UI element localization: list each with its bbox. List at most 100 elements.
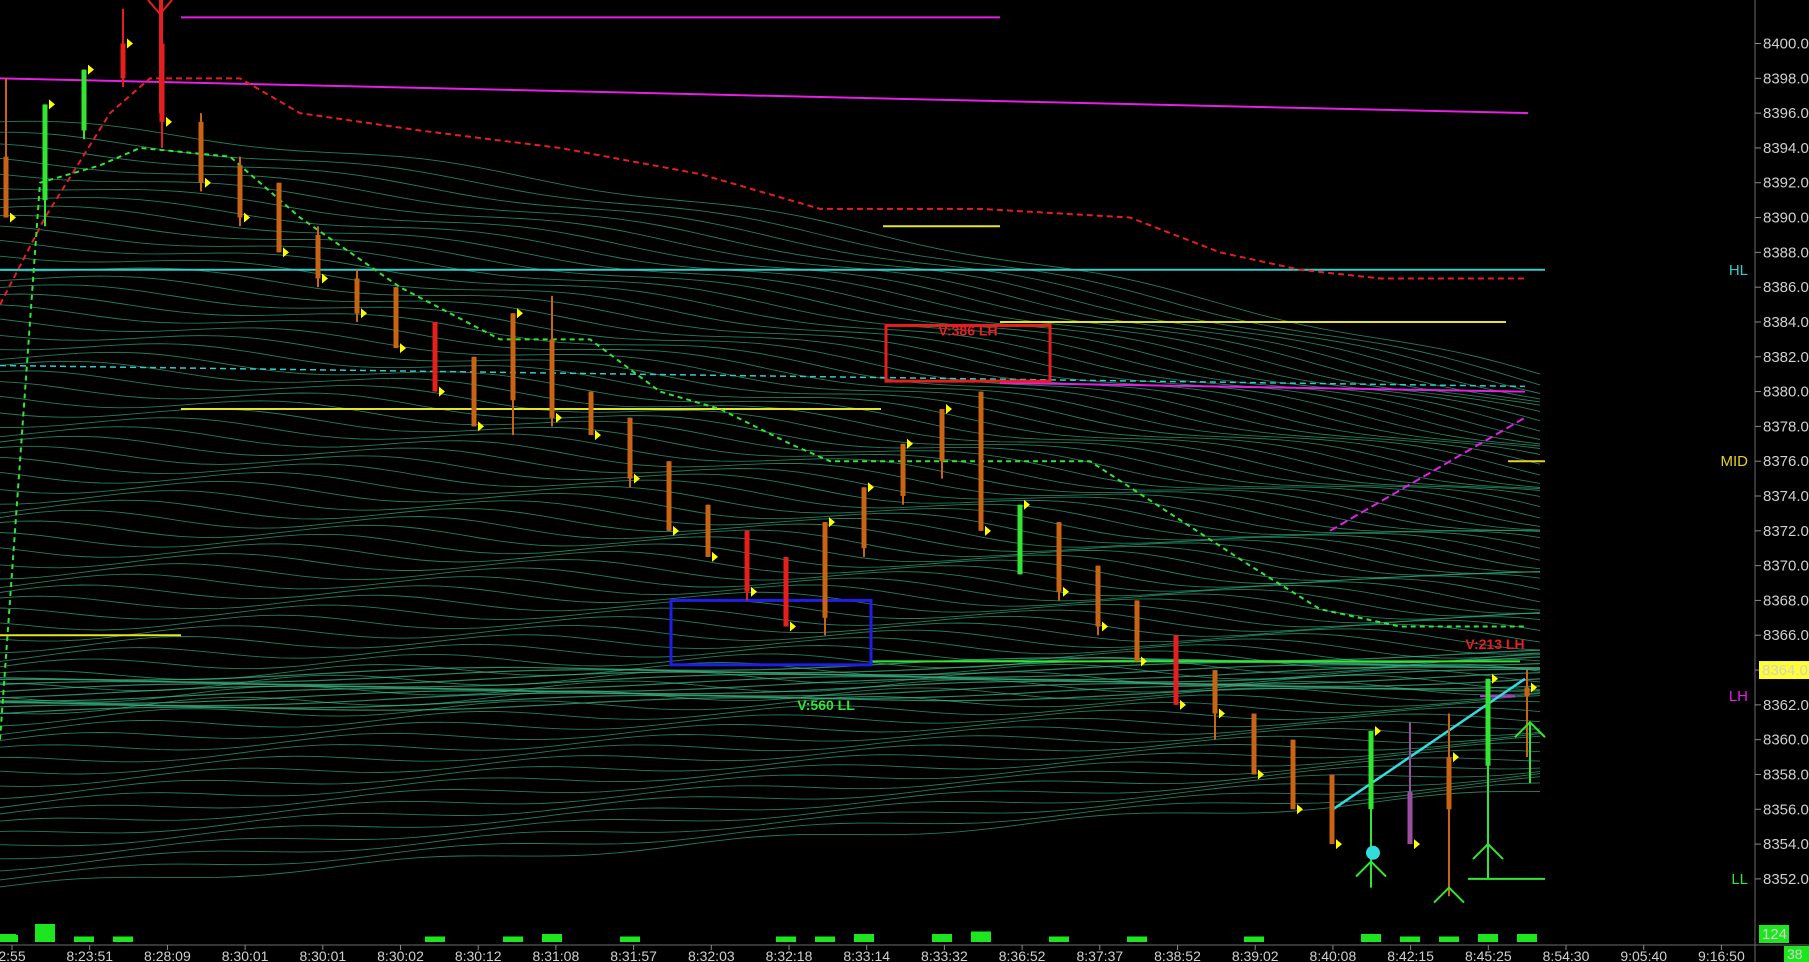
- current-price-label: 8364.0: [1762, 662, 1808, 679]
- candle-body: [1290, 739, 1296, 810]
- volume-bar: [35, 924, 55, 942]
- price-tick-label: 8382.0: [1763, 349, 1809, 366]
- candle-body: [1134, 600, 1140, 662]
- candle-body: [432, 321, 438, 392]
- price-tick-label: 8372.0: [1763, 523, 1809, 540]
- candle-body: [120, 43, 126, 79]
- time-tick-label: 8:33:14: [843, 948, 890, 962]
- price-tick-label: 8370.0: [1763, 558, 1809, 575]
- price-tick-label: 8390.0: [1763, 210, 1809, 227]
- candle-body: [705, 504, 711, 557]
- time-tick-label: 8:30:02: [377, 948, 424, 962]
- time-tick-label: 8:38:52: [1154, 948, 1201, 962]
- candle-body: [1407, 791, 1413, 845]
- candle-body: [198, 121, 204, 183]
- volume-bar: [1400, 936, 1420, 942]
- candle-body: [666, 461, 672, 531]
- price-tick-label: 8386.0: [1763, 279, 1809, 296]
- candle-body: [354, 278, 360, 314]
- volume-bar: [425, 936, 445, 942]
- price-tick-label: 8396.0: [1763, 105, 1809, 122]
- candle-body: [1095, 565, 1101, 627]
- candle-body: [1017, 504, 1023, 575]
- time-tick-label: 8:32:03: [688, 948, 735, 962]
- volume-bar: [1244, 936, 1264, 942]
- candle-body: [81, 69, 87, 131]
- price-tick-label: 8380.0: [1763, 384, 1809, 401]
- price-tick-label: 8368.0: [1763, 592, 1809, 609]
- volume-bar: [1439, 936, 1459, 942]
- time-tick-label: 8:40:08: [1310, 948, 1357, 962]
- candle-body: [744, 530, 750, 592]
- volume-bar: [74, 936, 94, 942]
- level-annotation: V:560 LL: [797, 697, 855, 713]
- time-tick-label: 8:31:08: [533, 948, 580, 962]
- price-tick-label: 8384.0: [1763, 314, 1809, 331]
- candle-body: [822, 522, 828, 618]
- candle-body: [1329, 774, 1335, 845]
- time-tick-label: 8:33:32: [921, 948, 968, 962]
- candle-body: [783, 556, 789, 627]
- level-label-hl: HL: [1729, 262, 1748, 279]
- volume-bar: [815, 936, 835, 942]
- price-tick-label: 8352.0: [1763, 871, 1809, 888]
- price-tick-label: 8362.0: [1763, 697, 1809, 714]
- candle-body: [3, 156, 9, 218]
- corner-readout: 38: [1787, 946, 1803, 962]
- volume-bar: [620, 936, 640, 942]
- time-tick-label: 8:23:51: [66, 948, 113, 962]
- price-chart[interactable]: V:386 LH V:560 LL V:213 LH 8400.0 8398.0 839…: [0, 0, 1809, 962]
- volume-bar: [542, 934, 562, 942]
- volume-bar: [503, 936, 523, 942]
- price-tick-label: 8358.0: [1763, 766, 1809, 783]
- candle-body: [276, 182, 282, 253]
- time-tick-label: 8:32:18: [766, 948, 813, 962]
- time-tick-label: 8:54:30: [1543, 948, 1590, 962]
- volume-bar: [971, 931, 991, 942]
- candle-body: [861, 487, 867, 549]
- level-annotation: V:386 LH: [938, 323, 997, 339]
- candle-body: [1485, 678, 1491, 766]
- price-tick-label: 8400.0: [1763, 36, 1809, 53]
- volume-bar: [113, 936, 133, 942]
- time-tick-label: 8:39:02: [1232, 948, 1279, 962]
- candle-body: [237, 165, 243, 218]
- candle-body: [1212, 670, 1218, 714]
- level-label-lh: LH: [1729, 688, 1748, 705]
- price-tick-label: 8392.0: [1763, 175, 1809, 192]
- level-label-ll: LL: [1731, 871, 1748, 888]
- time-tick-label: 8:30:01: [222, 948, 269, 962]
- price-tick-label: 8360.0: [1763, 732, 1809, 749]
- candle-body: [939, 408, 945, 462]
- time-tick-label: 8:45:25: [1465, 948, 1512, 962]
- price-tick-label: 8374.0: [1763, 488, 1809, 505]
- price-tick-label: 8354.0: [1763, 836, 1809, 853]
- candle-body: [510, 313, 516, 401]
- candle-body: [588, 391, 594, 436]
- candle-body: [1251, 713, 1257, 775]
- candle-body: [549, 339, 555, 418]
- candle-body: [1524, 687, 1530, 697]
- time-tick-label: 8:42:15: [1387, 948, 1434, 962]
- volume-readout: 124: [1762, 926, 1787, 943]
- volume-bar: [854, 934, 874, 942]
- price-tick-label: 8376.0: [1763, 453, 1809, 470]
- volume-bar: [0, 935, 18, 942]
- time-tick-label: 8:31:57: [610, 948, 657, 962]
- cyan-dot-icon: [1366, 845, 1380, 860]
- price-tick-label: 8378.0: [1763, 418, 1809, 435]
- time-tick-label: 9:05:40: [1620, 948, 1667, 962]
- time-tick-label: 2:55: [0, 948, 26, 962]
- time-tick-label: 8:36:52: [999, 948, 1046, 962]
- candle-body: [42, 104, 48, 201]
- time-tick-label: 8:30:01: [299, 948, 346, 962]
- volume-bar: [1517, 934, 1537, 942]
- level-annotation: V:213 LH: [1465, 636, 1524, 652]
- price-tick-label: 8388.0: [1763, 244, 1809, 261]
- candle-body: [315, 234, 321, 279]
- volume-bar: [1127, 936, 1147, 942]
- candle-body: [627, 417, 633, 479]
- candle-body: [1368, 730, 1374, 810]
- candle-body: [1056, 522, 1062, 592]
- candle-body: [1173, 635, 1179, 705]
